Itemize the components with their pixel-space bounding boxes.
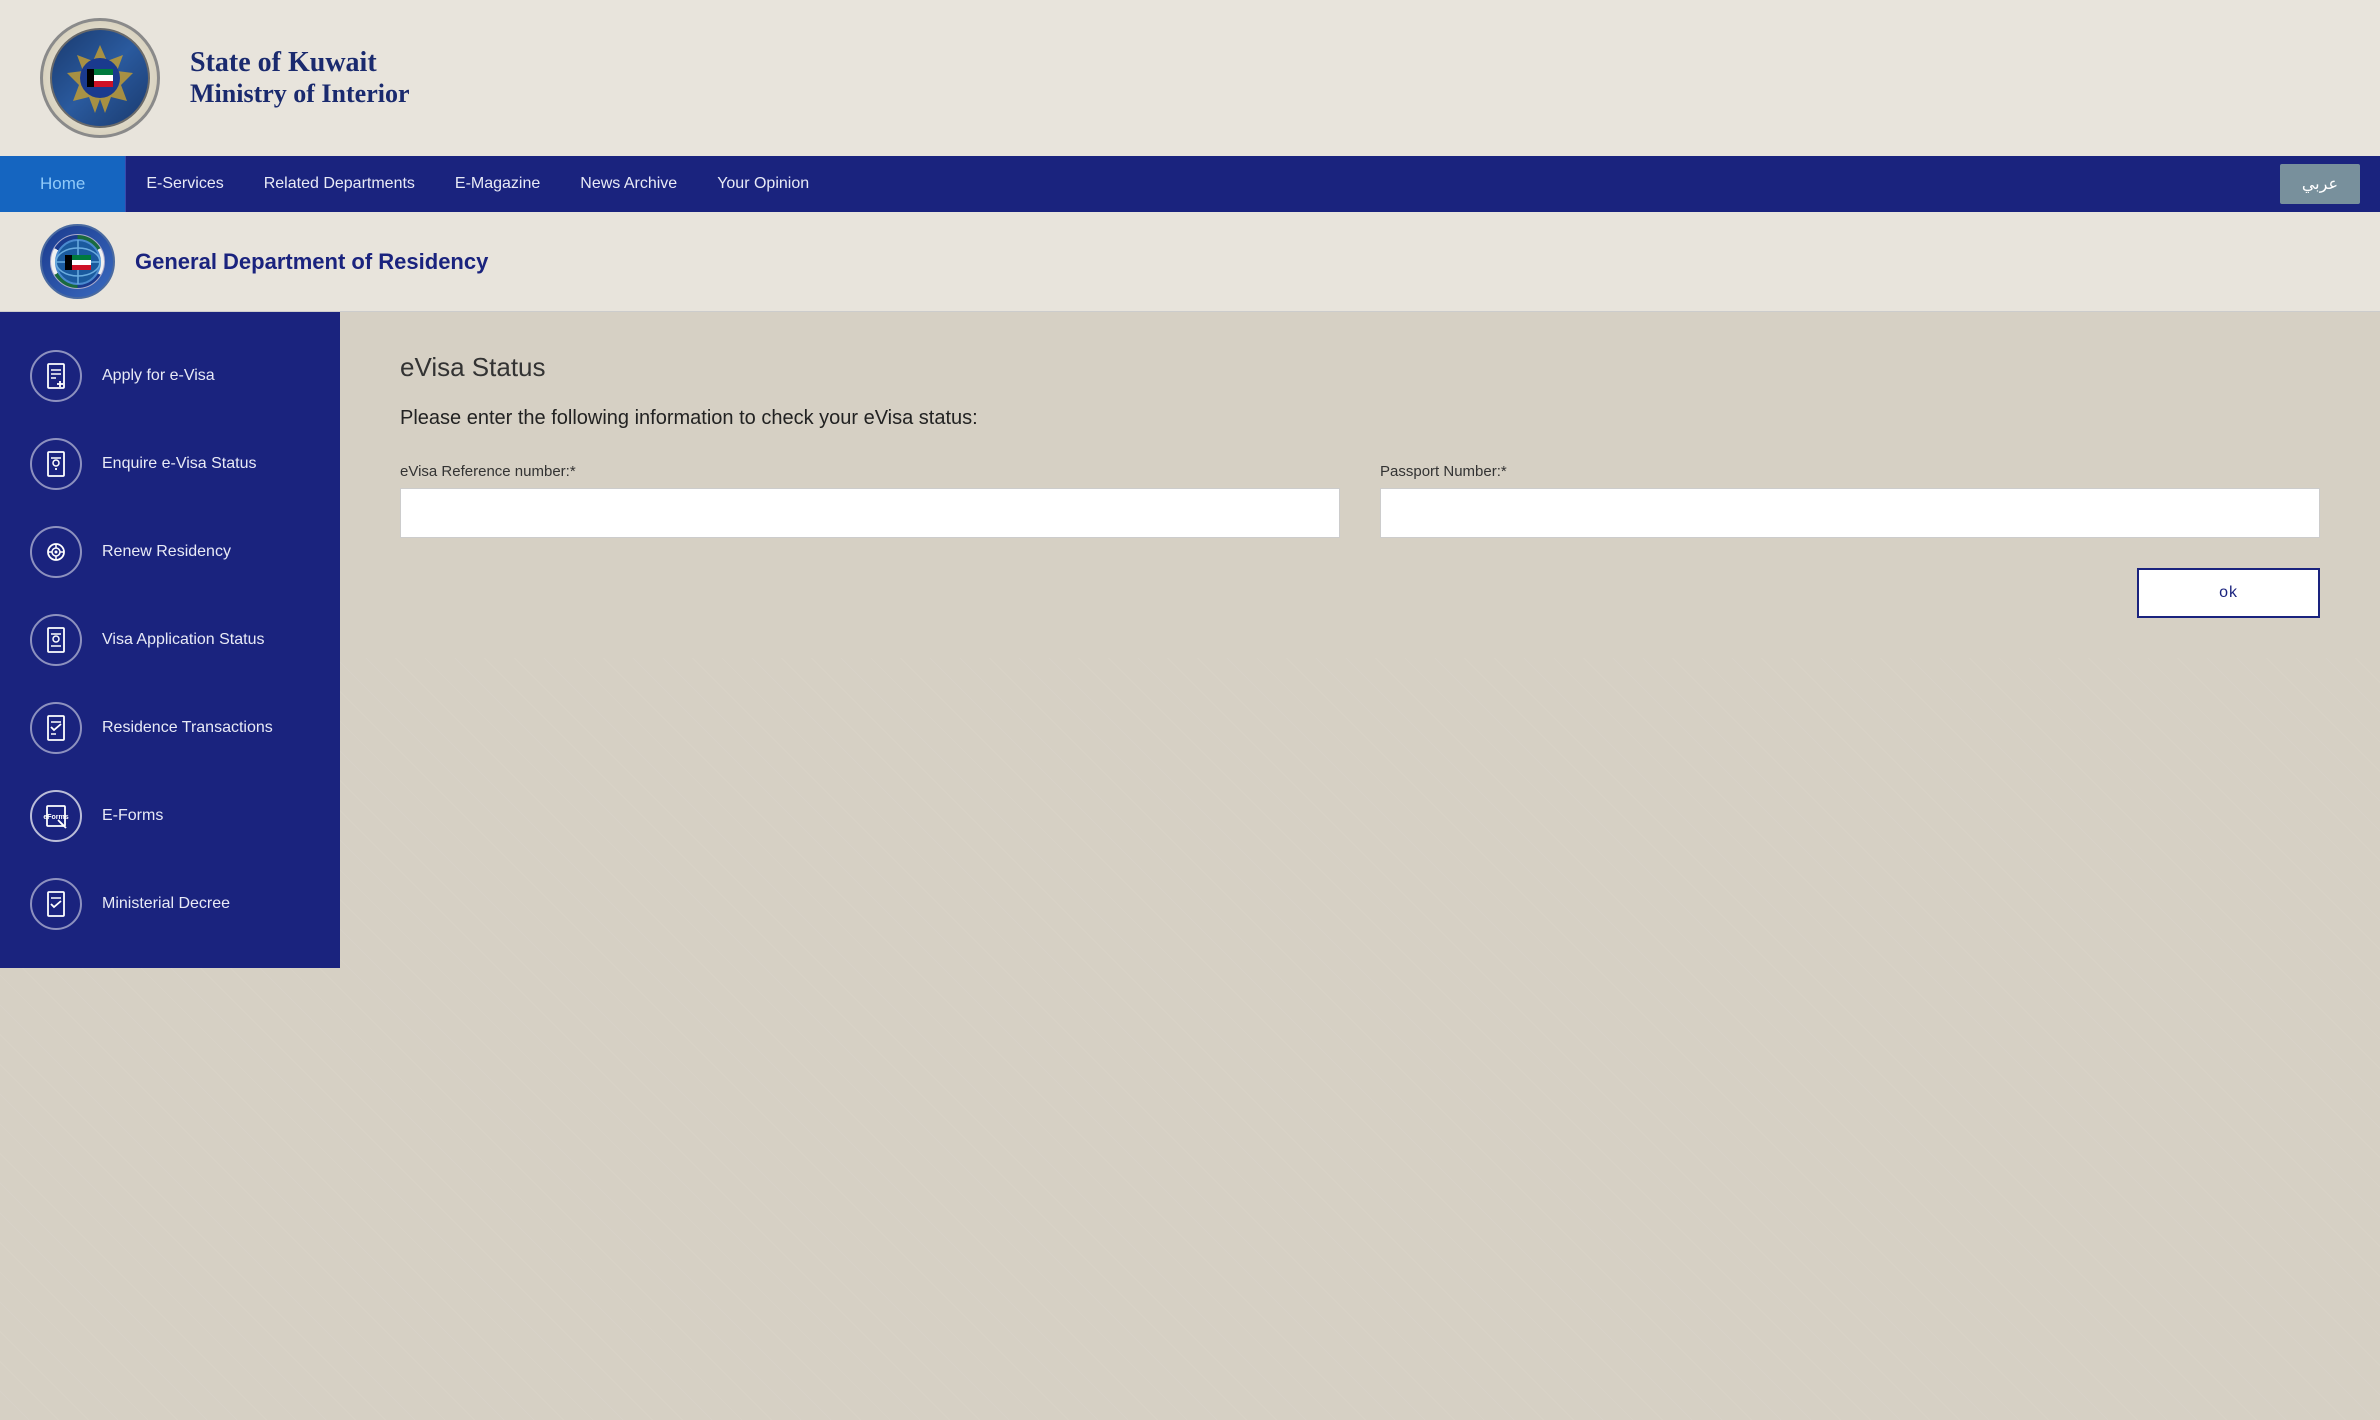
evisa-ref-input[interactable] — [400, 488, 1340, 538]
logo-container — [40, 18, 160, 138]
visa-application-icon — [30, 614, 82, 666]
dept-logo — [40, 224, 115, 299]
ministerial-decree-icon — [30, 878, 82, 930]
sidebar-label-e-forms: E-Forms — [102, 807, 163, 825]
form-row: eVisa Reference number:* Passport Number… — [400, 463, 2320, 538]
sidebar-label-ministerial-decree: Ministerial Decree — [102, 895, 230, 913]
nav-item-related-departments[interactable]: Related Departments — [264, 157, 415, 211]
ministry-logo — [40, 18, 160, 138]
page-description: Please enter the following information t… — [400, 403, 2320, 433]
arabic-language-button[interactable]: عربي — [2280, 164, 2360, 204]
nav-item-e-services[interactable]: E-Services — [146, 157, 223, 211]
passport-field: Passport Number:* — [1380, 463, 2320, 538]
page-title: eVisa Status — [400, 352, 2320, 383]
sidebar-label-apply-evisa: Apply for e-Visa — [102, 367, 215, 385]
dept-logo-svg — [53, 237, 103, 287]
logo-svg — [65, 43, 135, 113]
main-navbar: Home E-Services Related Departments E-Ma… — [0, 156, 2380, 212]
sidebar-item-e-forms[interactable]: eForms E-Forms — [0, 772, 340, 860]
nav-item-news-archive[interactable]: News Archive — [580, 157, 677, 211]
sidebar-item-renew-residency[interactable]: Renew Residency — [0, 508, 340, 596]
dept-header: General Department of Residency — [0, 212, 2380, 312]
svg-text:eForms: eForms — [43, 814, 68, 821]
sidebar-item-ministerial-decree[interactable]: Ministerial Decree — [0, 860, 340, 948]
header-title: State of Kuwait Ministry of Interior — [190, 47, 410, 109]
nav-item-e-magazine[interactable]: E-Magazine — [455, 157, 540, 211]
sidebar-label-enquire-evisa: Enquire e-Visa Status — [102, 455, 256, 473]
sidebar-item-visa-application-status[interactable]: Visa Application Status — [0, 596, 340, 684]
sidebar-item-enquire-evisa[interactable]: Enquire e-Visa Status — [0, 420, 340, 508]
e-forms-icon: eForms — [30, 790, 82, 842]
page-header: State of Kuwait Ministry of Interior — [0, 0, 2380, 156]
apply-evisa-icon — [30, 350, 82, 402]
sidebar-item-residence-transactions[interactable]: Residence Transactions — [0, 684, 340, 772]
sidebar-label-residence-transactions: Residence Transactions — [102, 719, 273, 737]
passport-label: Passport Number:* — [1380, 463, 2320, 480]
evisa-ref-label: eVisa Reference number:* — [400, 463, 1340, 480]
header-title-line1: State of Kuwait — [190, 47, 410, 79]
evisa-ref-field: eVisa Reference number:* — [400, 463, 1340, 538]
ok-btn-row: ok — [400, 568, 2320, 618]
nav-home[interactable]: Home — [0, 156, 126, 212]
sidebar-label-visa-application: Visa Application Status — [102, 631, 264, 649]
passport-input[interactable] — [1380, 488, 2320, 538]
sidebar-label-renew-residency: Renew Residency — [102, 543, 231, 561]
main-content: Apply for e-Visa Enquire e-Visa Status — [0, 312, 2380, 968]
enquire-evisa-icon — [30, 438, 82, 490]
dept-title: General Department of Residency — [135, 249, 488, 275]
sidebar: Apply for e-Visa Enquire e-Visa Status — [0, 312, 340, 968]
content-area: eVisa Status Please enter the following … — [340, 312, 2380, 658]
residence-transactions-icon — [30, 702, 82, 754]
nav-items: E-Services Related Departments E-Magazin… — [126, 156, 2259, 212]
sidebar-item-apply-evisa[interactable]: Apply for e-Visa — [0, 332, 340, 420]
renew-residency-icon — [30, 526, 82, 578]
ok-button[interactable]: ok — [2137, 568, 2320, 618]
nav-item-your-opinion[interactable]: Your Opinion — [717, 157, 809, 211]
header-title-line2: Ministry of Interior — [190, 79, 410, 109]
